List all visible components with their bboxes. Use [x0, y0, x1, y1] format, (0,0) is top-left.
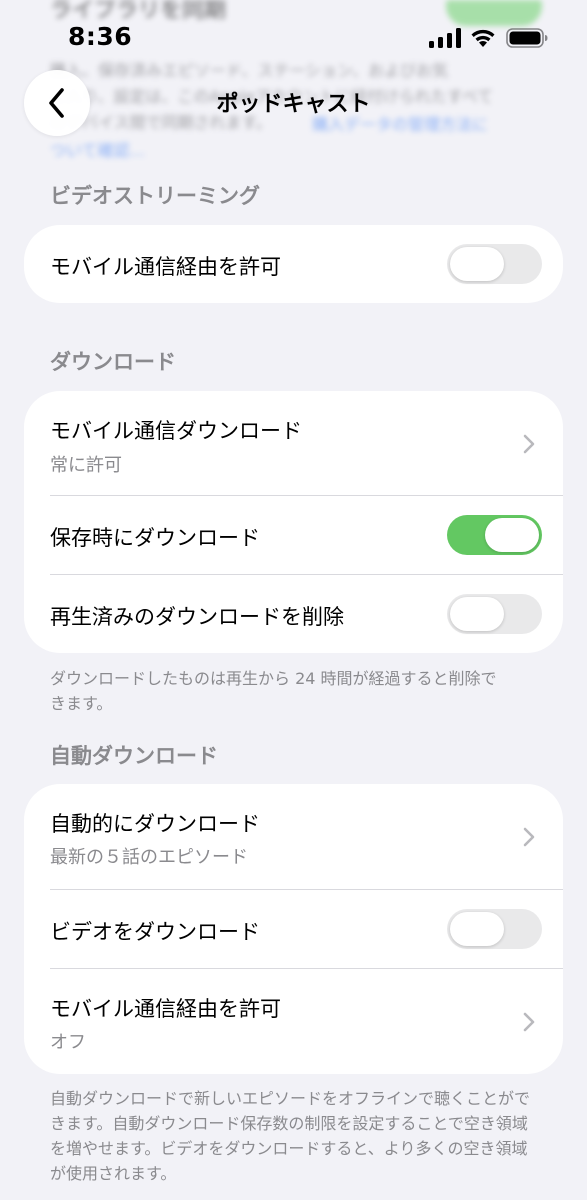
wifi-icon	[471, 29, 495, 47]
video-cellular-toggle[interactable]	[447, 244, 542, 284]
status-time: 8:36	[68, 22, 133, 51]
row-title: モバイル通信経由を許可	[50, 997, 281, 1021]
row-subtitle: 常に許可	[50, 455, 122, 476]
row-title: ビデオをダウンロード	[50, 920, 260, 944]
section-header-auto-downloads: 自動ダウンロード	[50, 744, 218, 768]
chevron-right-icon	[523, 434, 535, 454]
row-title: 保存時にダウンロード	[50, 526, 260, 550]
settings-row-delete-played[interactable]: 再生済みのダウンロードを削除	[24, 575, 563, 653]
chevron-right-icon	[523, 827, 535, 847]
section-header-video-streaming: ビデオストリーミング	[50, 184, 260, 208]
row-subtitle: オフ	[50, 1032, 86, 1053]
chevron-right-icon	[523, 1012, 535, 1032]
video-streaming-card: モバイル通信経由を許可	[24, 225, 563, 303]
row-title: モバイル通信経由を許可	[50, 255, 281, 279]
settings-row-auto-cellular[interactable]: モバイル通信経由を許可 オフ	[24, 969, 563, 1074]
page-title: ポッドキャスト	[216, 92, 371, 117]
delete-played-toggle[interactable]	[447, 594, 542, 634]
settings-row-download-video[interactable]: ビデオをダウンロード	[24, 890, 563, 968]
battery-icon	[506, 28, 548, 48]
row-subtitle: 最新の５話のエピソード	[50, 847, 248, 868]
download-on-save-toggle[interactable]	[447, 515, 542, 555]
status-bar: 8:36	[0, 0, 587, 70]
signal-icon	[429, 28, 461, 48]
row-title: 自動的にダウンロード	[50, 812, 260, 836]
settings-row-auto-download[interactable]: 自動的にダウンロード 最新の５話のエピソード	[24, 784, 563, 889]
downloads-footnote: ダウンロードしたものは再生から 24 時間が経過すると削除できます。	[50, 669, 497, 713]
download-video-toggle[interactable]	[447, 909, 542, 949]
row-title: モバイル通信ダウンロード	[50, 419, 302, 443]
settings-row-cellular-downloads[interactable]: モバイル通信ダウンロード 常に許可	[24, 391, 563, 495]
section-header-downloads: ダウンロード	[50, 350, 176, 374]
row-title: 再生済みのダウンロードを削除	[50, 605, 344, 629]
auto-downloads-footnote: 自動ダウンロードで新しいエピソードをオフラインで聴くことができます。自動ダウンロ…	[50, 1089, 531, 1183]
settings-row-download-on-save[interactable]: 保存時にダウンロード	[24, 496, 563, 574]
settings-row-video-cellular[interactable]: モバイル通信経由を許可	[24, 225, 563, 303]
manage-purchases-link: ついて確認...	[50, 141, 145, 160]
downloads-card: モバイル通信ダウンロード 常に許可 保存時にダウンロード 再生済みのダウンロード…	[24, 391, 563, 653]
auto-downloads-card: 自動的にダウンロード 最新の５話のエピソード ビデオをダウンロード モバイル通信…	[24, 784, 563, 1074]
